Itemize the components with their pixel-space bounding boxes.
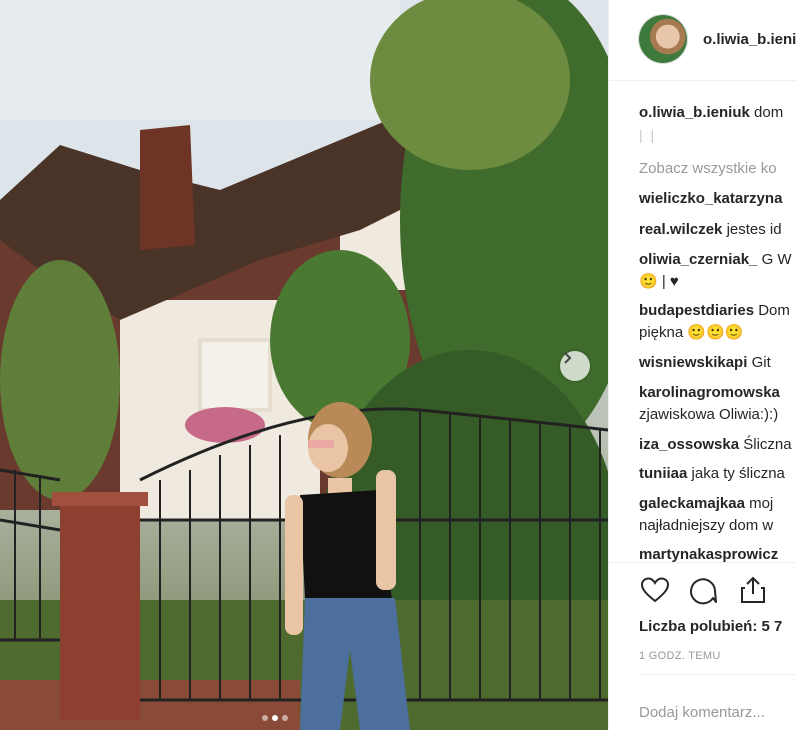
comment-text: Git	[751, 354, 771, 371]
post-header: o.liwia_b.ieniuk	[609, 0, 796, 81]
comment-continued: najładniejszy dom w	[639, 515, 773, 537]
comment-username[interactable]: karolinagromowska	[639, 384, 780, 401]
post-photo[interactable]	[0, 0, 608, 730]
comment-continued: piękna 🙂🙂🙂	[639, 322, 743, 344]
comment-username[interactable]: oliwia_czerniak_	[639, 251, 757, 268]
caption-subline: | |	[639, 127, 657, 143]
comment: real.wilczek jestes id	[639, 219, 782, 241]
post-caption: o.liwia_b.ieniuk dom	[639, 104, 796, 121]
comment: karolinagromowska	[639, 382, 780, 404]
share-icon[interactable]	[737, 574, 769, 606]
carousel-dot-active	[272, 715, 278, 721]
comment-username[interactable]: galeckamajkaa	[639, 495, 745, 512]
comment-username[interactable]: tuniiaa	[639, 465, 687, 482]
avatar[interactable]	[639, 15, 687, 63]
post-timestamp[interactable]: 1 GODZ. TEMU	[639, 650, 721, 662]
comment-text: G W	[761, 251, 792, 268]
carousel-indicator	[262, 715, 288, 721]
comment-text: zjawiskowa Oliwia:):)	[639, 406, 779, 423]
comment: tuniiaa jaka ty śliczna	[639, 463, 785, 485]
comment-continued: zjawiskowa Oliwia:):)	[639, 404, 778, 426]
comment: wieliczko_katarzyna	[639, 188, 782, 210]
comment-input-divider	[639, 674, 796, 675]
comment-continued: 🙂 | ♥	[639, 271, 679, 293]
comment-username[interactable]: wisniewskikapi	[639, 354, 747, 371]
comment-username[interactable]: real.wilczek	[639, 221, 722, 238]
comment-text: piękna 🙂🙂🙂	[639, 324, 744, 341]
heart-icon[interactable]	[639, 574, 671, 606]
comment-text: Dom	[758, 302, 790, 319]
post-side-panel: o.liwia_b.ieniuk o.liwia_b.ieniuk dom | …	[608, 0, 796, 730]
comment-text: najładniejszy dom w	[639, 517, 774, 534]
caption-text: dom	[754, 104, 784, 121]
comment: iza_ossowska Śliczna	[639, 434, 792, 456]
comment-username[interactable]: wieliczko_katarzyna	[639, 190, 782, 207]
comment-text: jaka ty śliczna	[691, 465, 785, 482]
likes-count[interactable]: Liczba polubień: 5 7	[639, 618, 782, 635]
comment-text: moj	[749, 495, 774, 512]
next-photo-button[interactable]	[560, 351, 590, 381]
comment-text: Śliczna	[743, 436, 792, 453]
comment-icon[interactable]	[687, 574, 719, 606]
add-comment-input[interactable]	[639, 690, 796, 730]
comment-username[interactable]: budapestdiaries	[639, 302, 754, 319]
header-username[interactable]: o.liwia_b.ieniuk	[703, 31, 796, 48]
carousel-dot	[262, 715, 268, 721]
photo-illustration	[0, 0, 608, 730]
view-all-comments-link[interactable]: Zobacz wszystkie ko	[639, 160, 777, 177]
comment: oliwia_czerniak_ G W	[639, 249, 792, 271]
comment: galeckamajkaa moj	[639, 493, 773, 515]
comment: wisniewskikapi Git	[639, 352, 771, 374]
comment-username[interactable]: martynakasprowicz	[639, 546, 778, 563]
comment-text: 🙂 | ♥	[639, 273, 679, 290]
caption-username[interactable]: o.liwia_b.ieniuk	[639, 104, 750, 121]
actions-divider	[609, 562, 796, 563]
comment-username[interactable]: iza_ossowska	[639, 436, 739, 453]
carousel-dot	[282, 715, 288, 721]
comment-text: jestes id	[726, 221, 782, 238]
comment: budapestdiaries Dom	[639, 300, 790, 322]
chevron-right-icon	[564, 352, 572, 364]
